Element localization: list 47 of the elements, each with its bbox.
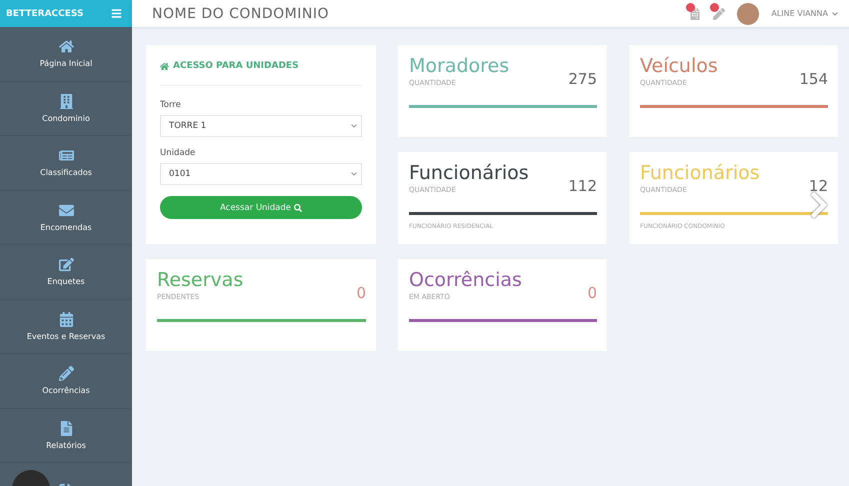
stat-value: 0 — [587, 284, 597, 302]
sidebar-item[interactable]: Ocorrências — [0, 354, 132, 408]
sidebar-item[interactable]: Eventos e Reservas — [0, 300, 132, 354]
document-icon — [58, 420, 74, 436]
field-label: Torre — [160, 100, 182, 110]
caret-icon — [832, 10, 838, 16]
sidebar-item[interactable]: Enquetes — [0, 245, 132, 300]
caret-icon — [351, 123, 357, 129]
stat-value: 275 — [568, 70, 597, 88]
home-icon — [58, 39, 74, 54]
panel-title: ACESSO PARA UNIDADES — [173, 61, 299, 71]
select-field[interactable]: 0101 — [160, 163, 362, 185]
search-icon — [294, 204, 302, 212]
stat-title: Funcionários — [640, 163, 760, 184]
sidebar-item[interactable]: Encomendas — [0, 190, 132, 245]
stat-value: 112 — [568, 177, 597, 195]
home-icon — [160, 62, 169, 70]
user-menu[interactable]: ALINE VIANNA — [771, 9, 838, 18]
stat-title: Reservas — [157, 270, 244, 291]
sidebar-item[interactable]: Relatórios — [0, 408, 132, 463]
document-icon[interactable] — [689, 8, 702, 20]
stat-value: 12 — [808, 177, 828, 195]
sidebar-item[interactable]: Classificados — [0, 136, 132, 190]
edit-icon — [58, 257, 74, 272]
stat-value: 0 — [356, 284, 366, 302]
envelope-icon — [58, 202, 74, 218]
notification-badge — [686, 2, 696, 12]
sidebar-item[interactable]: Condominio — [0, 82, 132, 136]
menu-icon[interactable] — [111, 8, 122, 19]
stat-title: Funcionários — [409, 163, 529, 184]
stat-title: Ocorrências — [409, 270, 522, 291]
sidebar-item[interactable]: Página Inicial — [0, 27, 132, 82]
newspaper-icon — [58, 148, 74, 164]
select-field[interactable]: TORRE 1 — [160, 115, 362, 137]
avatar[interactable] — [737, 2, 760, 24]
building-icon — [58, 94, 74, 109]
field-label: Unidade — [160, 148, 196, 158]
stat-title: Moradores — [409, 56, 510, 77]
stat-title: Veículos — [640, 56, 718, 77]
notification-badge — [710, 2, 720, 12]
page-title: NOME DO CONDOMINIO — [152, 6, 330, 22]
stat-value: 154 — [799, 70, 828, 88]
pencil-icon — [58, 366, 74, 382]
brand-logo: BETTERACCESS — [6, 8, 84, 18]
calendar-icon — [58, 312, 74, 327]
pencil-icon[interactable] — [713, 8, 726, 20]
caret-icon — [351, 171, 357, 177]
